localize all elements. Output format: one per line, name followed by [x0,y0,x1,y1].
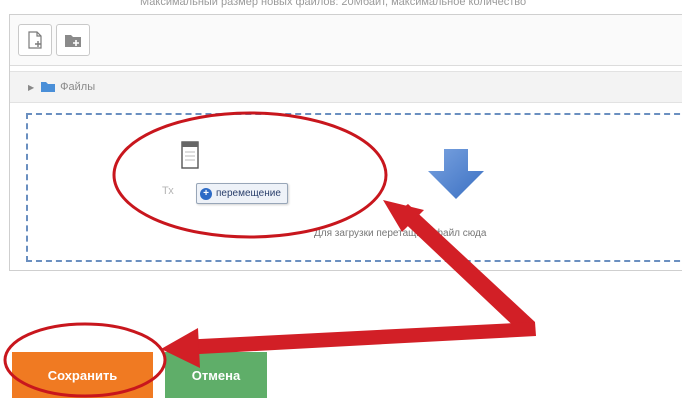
folder-path-bar: ▶ Файлы [10,71,682,103]
create-folder-button[interactable] [56,24,90,56]
add-file-button[interactable] [18,24,52,56]
drop-hint-text: Для загрузки перетащите файл сюда [314,228,487,239]
folder-add-icon [65,35,81,47]
file-add-icon [28,31,42,49]
expand-arrow-icon[interactable]: ▶ [28,83,34,92]
file-drop-zone[interactable]: Тх + перемещение Для загрузки перетащите… [26,113,682,262]
dragged-file-name: Тх [162,185,174,197]
folder-icon [41,82,56,92]
folder-path-label[interactable]: Файлы [60,81,95,93]
file-manager-toolbar [10,15,682,66]
drag-move-label: перемещение [216,188,281,199]
cancel-button[interactable]: Отмена [165,352,267,398]
upload-arrow-icon [428,149,484,199]
max-file-size-note: Максимальный размер новых файлов: 20Мбай… [140,0,527,8]
drag-move-tooltip: + перемещение [196,183,288,204]
move-plus-icon: + [200,187,212,200]
annotation-arrow-to-save [180,322,536,355]
file-manager: ▶ Файлы Тх + перемещение Для загрузки пе… [9,14,682,271]
dragged-file-icon[interactable] [180,140,200,170]
save-button[interactable]: Сохранить [12,352,153,398]
